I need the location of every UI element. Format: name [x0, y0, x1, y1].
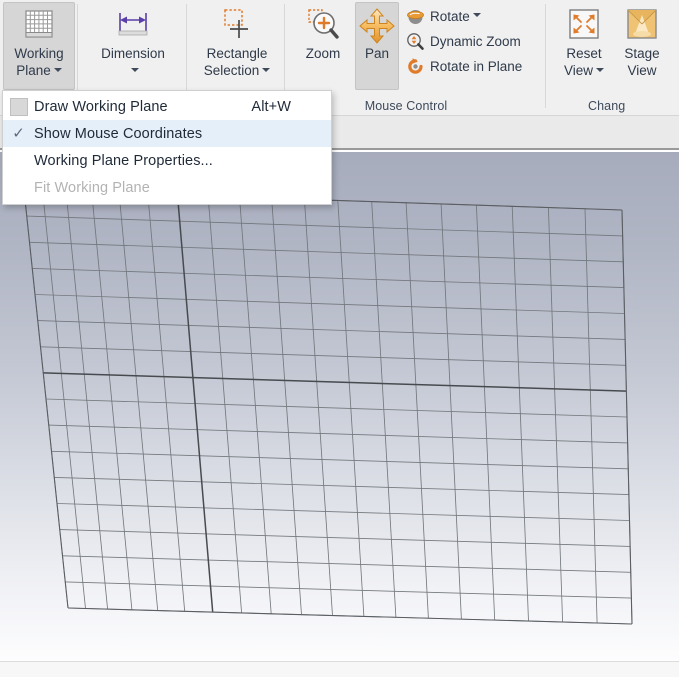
- grid-plane-icon: [9, 97, 28, 116]
- pan-label: Pan: [364, 46, 390, 61]
- rectangle-selection-icon: [218, 7, 256, 45]
- menu-item-draw-working-plane[interactable]: Draw Working Plane Alt+W: [3, 93, 331, 120]
- rotate-button[interactable]: Rotate: [402, 4, 485, 28]
- dimension-dropdown-caret[interactable]: [130, 68, 139, 73]
- application-window: Working Plane Dimension Rectangle Select…: [0, 0, 679, 677]
- ribbon-group-change-view: Reset View Stage View Chang: [548, 0, 679, 116]
- menu-item-label: Show Mouse Coordinates: [34, 125, 203, 142]
- change-view-group-title: Chang: [588, 99, 626, 113]
- zoom-button[interactable]: Zoom: [292, 2, 354, 90]
- dynamic-zoom-icon: [406, 32, 425, 51]
- working-plane-dropdown-menu: Draw Working Plane Alt+W ✓ Show Mouse Co…: [2, 90, 332, 205]
- status-bar: [0, 661, 679, 677]
- menu-item-fit-working-plane: Fit Working Plane: [3, 174, 331, 201]
- stage-view-label-line2: View: [627, 63, 657, 78]
- dynamic-zoom-button[interactable]: Dynamic Zoom: [402, 29, 525, 53]
- menu-item-working-plane-properties[interactable]: Working Plane Properties...: [3, 147, 331, 174]
- reset-view-icon: [565, 7, 603, 45]
- reset-view-button[interactable]: Reset View: [556, 2, 612, 90]
- menu-item-icon-slot: [3, 97, 34, 116]
- dimension-label: Dimension: [101, 46, 165, 61]
- pan-arrows-icon: [358, 7, 396, 45]
- rectangle-selection-dropdown-caret[interactable]: [262, 68, 271, 73]
- menu-item-label: Working Plane Properties...: [34, 152, 213, 169]
- rectangle-selection-label-line1: Rectangle: [206, 46, 268, 61]
- working-plane-label-line2: Plane: [16, 63, 51, 78]
- working-plane-grid: [23, 189, 633, 625]
- stage-view-icon: [623, 7, 661, 45]
- dimension-button[interactable]: Dimension: [87, 2, 179, 90]
- check-icon: ✓: [12, 125, 25, 142]
- reset-view-label-line1: Reset: [566, 46, 602, 61]
- menu-item-label: Draw Working Plane: [34, 98, 168, 115]
- working-plane-dropdown-caret[interactable]: [53, 68, 62, 73]
- stage-view-button[interactable]: Stage View: [614, 2, 670, 90]
- rectangle-selection-label-line2: Selection: [203, 63, 260, 78]
- rotate-icon: [406, 7, 425, 26]
- 3d-viewport[interactable]: https://blog.csdn.net/qq_44912947 Mouse …: [0, 152, 679, 661]
- stage-view-label-line1: Stage: [624, 46, 660, 61]
- dimension-arrow-icon: [114, 7, 152, 45]
- grid-plane-icon: [20, 7, 58, 45]
- working-plane-label-line1: Working: [14, 46, 64, 61]
- working-plane-button[interactable]: Working Plane: [3, 2, 75, 90]
- zoom-label: Zoom: [305, 46, 341, 61]
- reset-view-label-line2: View: [563, 63, 594, 78]
- rotate-in-plane-icon: [406, 57, 425, 76]
- rotate-in-plane-label: Rotate in Plane: [430, 58, 523, 74]
- pan-button[interactable]: Pan: [355, 2, 399, 90]
- reset-view-dropdown-caret[interactable]: [596, 68, 605, 73]
- rotate-label: Rotate: [430, 8, 470, 24]
- dynamic-zoom-label: Dynamic Zoom: [430, 33, 521, 49]
- mouse-control-group-title: Mouse Control: [364, 99, 448, 113]
- rotate-dropdown-caret[interactable]: [472, 13, 481, 17]
- menu-item-label: Fit Working Plane: [34, 179, 150, 196]
- zoom-magnifier-icon: [304, 7, 342, 45]
- menu-item-show-mouse-coordinates[interactable]: ✓ Show Mouse Coordinates: [3, 120, 331, 147]
- rectangle-selection-button[interactable]: Rectangle Selection: [194, 2, 280, 90]
- group-separator: [545, 4, 546, 108]
- menu-item-check-slot: ✓: [3, 126, 34, 141]
- menu-item-shortcut: Alt+W: [251, 98, 291, 115]
- rotate-in-plane-button[interactable]: Rotate in Plane: [402, 54, 526, 78]
